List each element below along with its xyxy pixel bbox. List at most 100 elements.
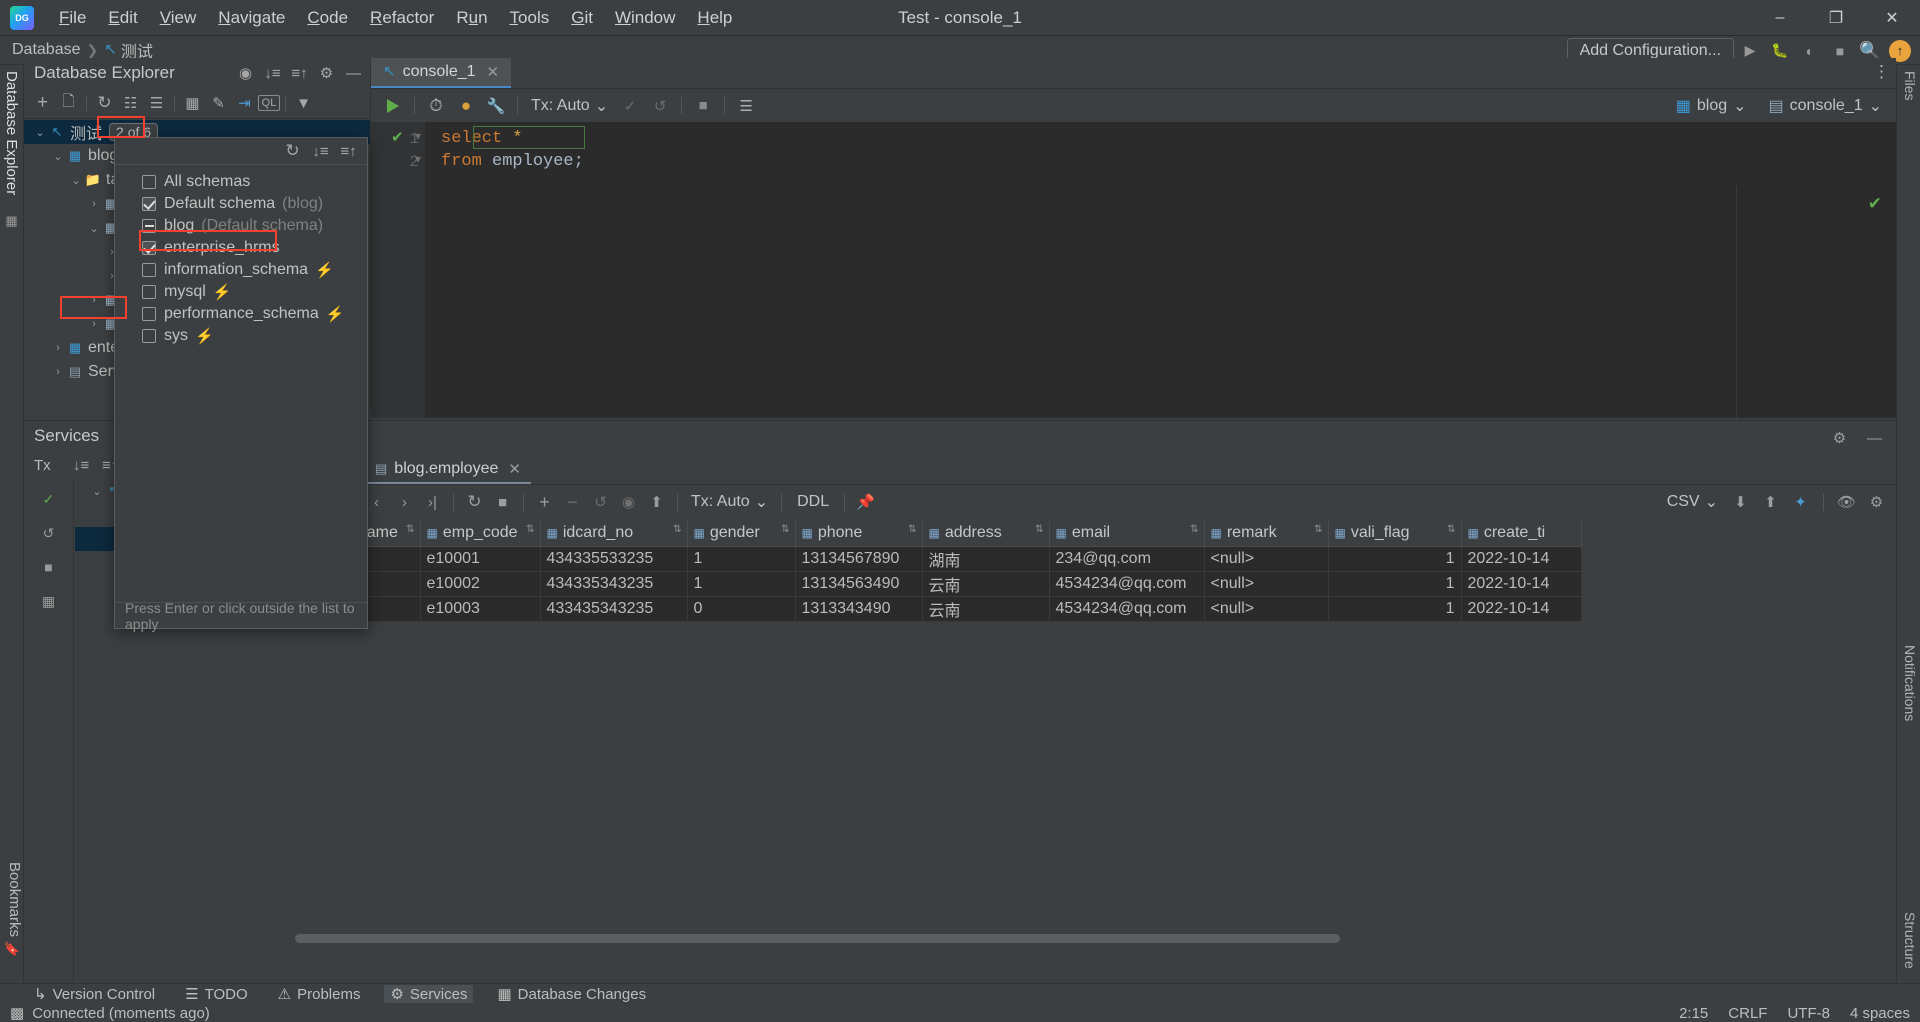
cell-address[interactable]: 云南: [922, 596, 1050, 622]
horizontal-scrollbar[interactable]: [265, 934, 1896, 943]
expand-all-icon[interactable]: ↓≡: [308, 139, 333, 163]
column-header-idcard-no[interactable]: ▦ idcard_no ⇅: [540, 521, 688, 547]
delete-row-icon[interactable]: −: [559, 489, 586, 515]
cell-idcard-no[interactable]: 433435343235: [540, 596, 688, 622]
table-row[interactable]: 王五 e10003 433435343235 0 1313343490 云南 4…: [265, 596, 1582, 622]
menu-navigate[interactable]: Navigate: [207, 4, 296, 32]
schema-item-enterprise-hrms[interactable]: enterprise_hrms: [115, 237, 367, 259]
jump-to-console-icon[interactable]: ⇥: [232, 91, 257, 115]
editor-more-options[interactable]: ⋮: [1873, 62, 1890, 82]
cell-phone[interactable]: 13134563490: [795, 571, 923, 597]
datasource-properties-icon[interactable]: ☰: [144, 91, 169, 115]
checkbox-checked-icon[interactable]: [142, 197, 156, 211]
indent-setting[interactable]: 4 spaces: [1850, 1005, 1910, 1022]
table-row[interactable]: 李四 e10002 434335343235 1 13134563490 云南 …: [265, 571, 1582, 597]
bookmark-icon[interactable]: 🔖: [3, 941, 21, 959]
column-header-phone[interactable]: ▦ phone ⇅: [795, 521, 923, 547]
cell-vali-flag[interactable]: 1: [1328, 571, 1462, 597]
file-encoding[interactable]: UTF-8: [1787, 1005, 1830, 1022]
schema-selector[interactable]: ▦ blog ⌄: [1670, 94, 1753, 118]
commit-icon[interactable]: ✓: [616, 93, 644, 119]
cell-vali-flag[interactable]: 1: [1328, 596, 1462, 622]
cell-gender[interactable]: 0: [687, 596, 796, 622]
pin-icon[interactable]: 📌: [852, 489, 879, 515]
result-grid[interactable]: ⇅ ▦emp_name⇅ ▦emp_code⇅ ▦idcard_no⇅ ▦gen…: [265, 521, 1896, 955]
schema-item-default-schema[interactable]: Default schema (blog): [115, 193, 367, 215]
column-header-email[interactable]: ▦ email ⇅: [1049, 521, 1205, 547]
reload-icon[interactable]: ↻: [461, 489, 488, 515]
ql-icon[interactable]: QL: [258, 95, 280, 111]
gear-icon[interactable]: ⚙: [1863, 489, 1890, 515]
status-version-control[interactable]: ↳ Version Control: [28, 985, 161, 1004]
rollback-icon[interactable]: ↺: [34, 519, 64, 547]
minimize-button[interactable]: –: [1752, 0, 1808, 36]
ddl-button[interactable]: DDL: [789, 493, 837, 511]
column-header-gender[interactable]: ▦ gender ⇅: [687, 521, 796, 547]
stop-icon[interactable]: ■: [689, 93, 717, 119]
expand-all-icon[interactable]: ↓≡: [260, 61, 285, 85]
chevron-right-icon[interactable]: ›: [86, 318, 102, 330]
breadcrumb-database[interactable]: Database: [12, 41, 81, 59]
download-icon[interactable]: ⬇: [1727, 489, 1754, 515]
find-icon[interactable]: ◉: [615, 489, 642, 515]
menu-run[interactable]: Run: [445, 4, 498, 32]
column-header-emp-code[interactable]: ▦ emp_code ⇅: [420, 521, 541, 547]
menu-tools[interactable]: Tools: [499, 4, 561, 32]
schema-item-blog[interactable]: blog (Default schema): [115, 215, 367, 237]
checkbox-unchecked-icon[interactable]: [142, 175, 156, 189]
chevron-right-icon[interactable]: ›: [50, 366, 66, 378]
check-icon[interactable]: ✓: [34, 485, 64, 513]
output-icon[interactable]: ☰: [732, 93, 760, 119]
editor-code-area[interactable]: select * from employee;: [425, 122, 1896, 418]
cell-emp-code[interactable]: e10003: [420, 596, 541, 622]
locate-icon[interactable]: ◉: [233, 61, 258, 85]
chevron-down-icon[interactable]: ⌄: [89, 485, 105, 498]
settings-icon[interactable]: ⚙: [314, 61, 339, 85]
checkbox-unchecked-icon[interactable]: [142, 329, 156, 343]
rollback-icon[interactable]: ↺: [646, 93, 674, 119]
add-icon[interactable]: +: [30, 91, 55, 115]
line-separator[interactable]: CRLF: [1728, 1005, 1767, 1022]
strip-files-label[interactable]: Files: [1902, 71, 1918, 101]
tab-blog-employee[interactable]: ▤ blog.employee ✕: [365, 455, 531, 484]
schema-item-all-schemas[interactable]: All schemas: [115, 171, 367, 193]
expand-all-icon[interactable]: ↓≡: [69, 453, 94, 477]
column-header-create-time[interactable]: ▦ create_ti: [1461, 521, 1582, 547]
refresh-icon[interactable]: ↻: [92, 91, 117, 115]
close-button[interactable]: ✕: [1864, 0, 1920, 36]
cell-remark[interactable]: <null>: [1204, 596, 1329, 622]
status-todo[interactable]: ☰ TODO: [179, 985, 254, 1004]
menu-git[interactable]: Git: [560, 4, 604, 32]
revert-icon[interactable]: ↺: [587, 489, 614, 515]
checkbox-checked-icon[interactable]: [142, 241, 156, 255]
grid-icon[interactable]: ▦: [34, 587, 64, 615]
console-selector[interactable]: ▤ console_1 ⌄: [1763, 94, 1888, 118]
table-row[interactable]: 张三 e10001 434335533235 1 13134567890 湖南 …: [265, 546, 1582, 572]
strip-database-explorer-label[interactable]: Database Explorer: [3, 65, 20, 195]
chevron-right-icon[interactable]: ›: [50, 342, 66, 354]
filter-icon[interactable]: ▼: [291, 91, 316, 115]
settings-wrench-icon[interactable]: 🔧: [482, 93, 510, 119]
results-transaction-selector[interactable]: Tx: Auto ⌄: [685, 492, 774, 512]
hide-panel-icon[interactable]: —: [1861, 425, 1888, 451]
scrollbar-thumb[interactable]: [295, 934, 1340, 943]
menu-refactor[interactable]: Refactor: [359, 4, 445, 32]
settings-icon[interactable]: ⚙: [1826, 425, 1853, 451]
checkbox-unchecked-icon[interactable]: [142, 285, 156, 299]
status-services[interactable]: ⚙ Services: [384, 985, 474, 1003]
history-icon[interactable]: ⏱: [422, 93, 450, 119]
colorize-icon[interactable]: ✦: [1787, 489, 1814, 515]
menu-file[interactable]: File: [48, 4, 97, 32]
collapse-all-icon[interactable]: ≡↑: [287, 61, 312, 85]
export-format-selector[interactable]: CSV ⌄: [1661, 492, 1724, 512]
cell-idcard-no[interactable]: 434335533235: [540, 546, 688, 572]
column-header-vali-flag[interactable]: ▦ vali_flag ⇅: [1328, 521, 1462, 547]
checkbox-partial-icon[interactable]: [142, 219, 156, 233]
schema-item-mysql[interactable]: mysql ⚡: [115, 281, 367, 303]
chevron-right-icon[interactable]: ›: [86, 198, 102, 210]
column-header-address[interactable]: ▦ address ⇅: [922, 521, 1050, 547]
chevron-down-icon[interactable]: ⌄: [50, 150, 66, 163]
next-page-icon[interactable]: ›: [391, 489, 418, 515]
cell-remark[interactable]: <null>: [1204, 571, 1329, 597]
cell-email[interactable]: 234@qq.com: [1049, 546, 1205, 572]
